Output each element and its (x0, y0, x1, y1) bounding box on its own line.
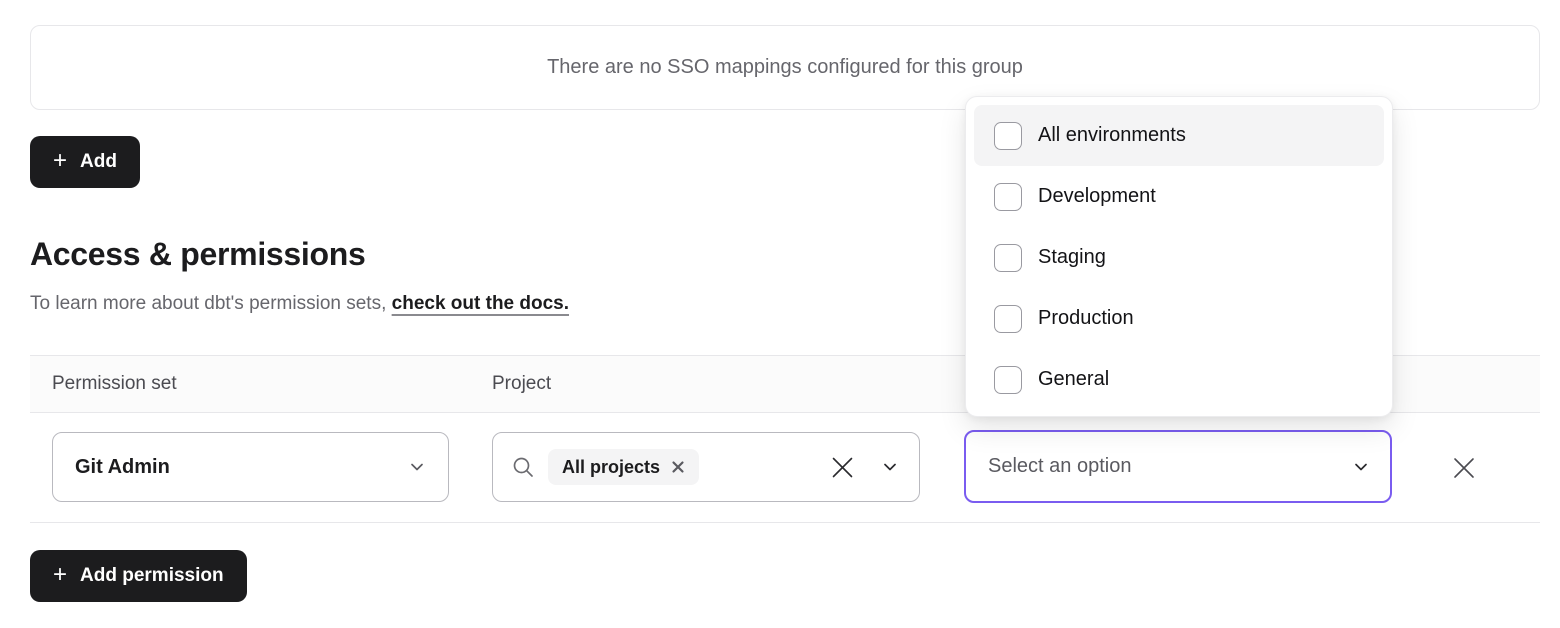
project-chip[interactable]: All projects (548, 449, 699, 485)
add-button-label: Add (80, 151, 117, 173)
dropdown-option-label: All environments (1038, 124, 1186, 147)
dropdown-option-general[interactable]: General (974, 349, 1384, 410)
docs-link[interactable]: check out the docs. (392, 293, 569, 314)
permission-set-select[interactable]: Git Admin (52, 432, 449, 502)
group-settings-page: There are no SSO mappings configured for… (0, 0, 1560, 628)
section-description-text: To learn more about dbt's permission set… (30, 293, 392, 314)
chevron-down-icon (1352, 458, 1370, 476)
section-description: To learn more about dbt's permission set… (30, 293, 569, 315)
add-permission-button[interactable]: + Add permission (30, 550, 247, 602)
checkbox-icon[interactable] (994, 122, 1022, 150)
dropdown-option-development[interactable]: Development (974, 166, 1384, 227)
environment-dropdown-panel: All environments Development Staging Pro… (965, 96, 1393, 417)
search-icon (511, 455, 535, 479)
page-title: Access & permissions (30, 236, 366, 273)
chip-remove-icon[interactable] (671, 460, 685, 474)
permission-set-value: Git Admin (75, 456, 170, 479)
dropdown-option-production[interactable]: Production (974, 288, 1384, 349)
chevron-down-icon (408, 458, 426, 476)
dropdown-option-all-environments[interactable]: All environments (974, 105, 1384, 166)
add-sso-mapping-button[interactable]: + Add (30, 136, 140, 188)
add-permission-button-label: Add permission (80, 565, 224, 587)
dropdown-option-label: Staging (1038, 246, 1106, 269)
column-header-project: Project (492, 356, 551, 412)
dropdown-option-label: Development (1038, 185, 1156, 208)
checkbox-icon[interactable] (994, 305, 1022, 333)
environment-select-placeholder: Select an option (988, 455, 1131, 478)
plus-icon: + (53, 563, 67, 587)
checkbox-icon[interactable] (994, 244, 1022, 272)
project-chip-label: All projects (562, 457, 660, 478)
plus-icon: + (53, 149, 67, 173)
column-header-permission-set: Permission set (52, 356, 177, 412)
checkbox-icon[interactable] (994, 183, 1022, 211)
clear-selection-icon[interactable] (830, 455, 855, 480)
dropdown-option-label: General (1038, 368, 1109, 391)
dropdown-option-staging[interactable]: Staging (974, 227, 1384, 288)
checkbox-icon[interactable] (994, 366, 1022, 394)
environment-select[interactable]: Select an option (964, 430, 1392, 503)
sso-empty-message: There are no SSO mappings configured for… (547, 56, 1023, 79)
dropdown-option-label: Production (1038, 307, 1134, 330)
chevron-down-icon[interactable] (881, 458, 899, 476)
remove-permission-row-button[interactable] (1446, 450, 1482, 486)
project-multiselect[interactable]: All projects (492, 432, 920, 502)
close-icon (1450, 454, 1478, 482)
